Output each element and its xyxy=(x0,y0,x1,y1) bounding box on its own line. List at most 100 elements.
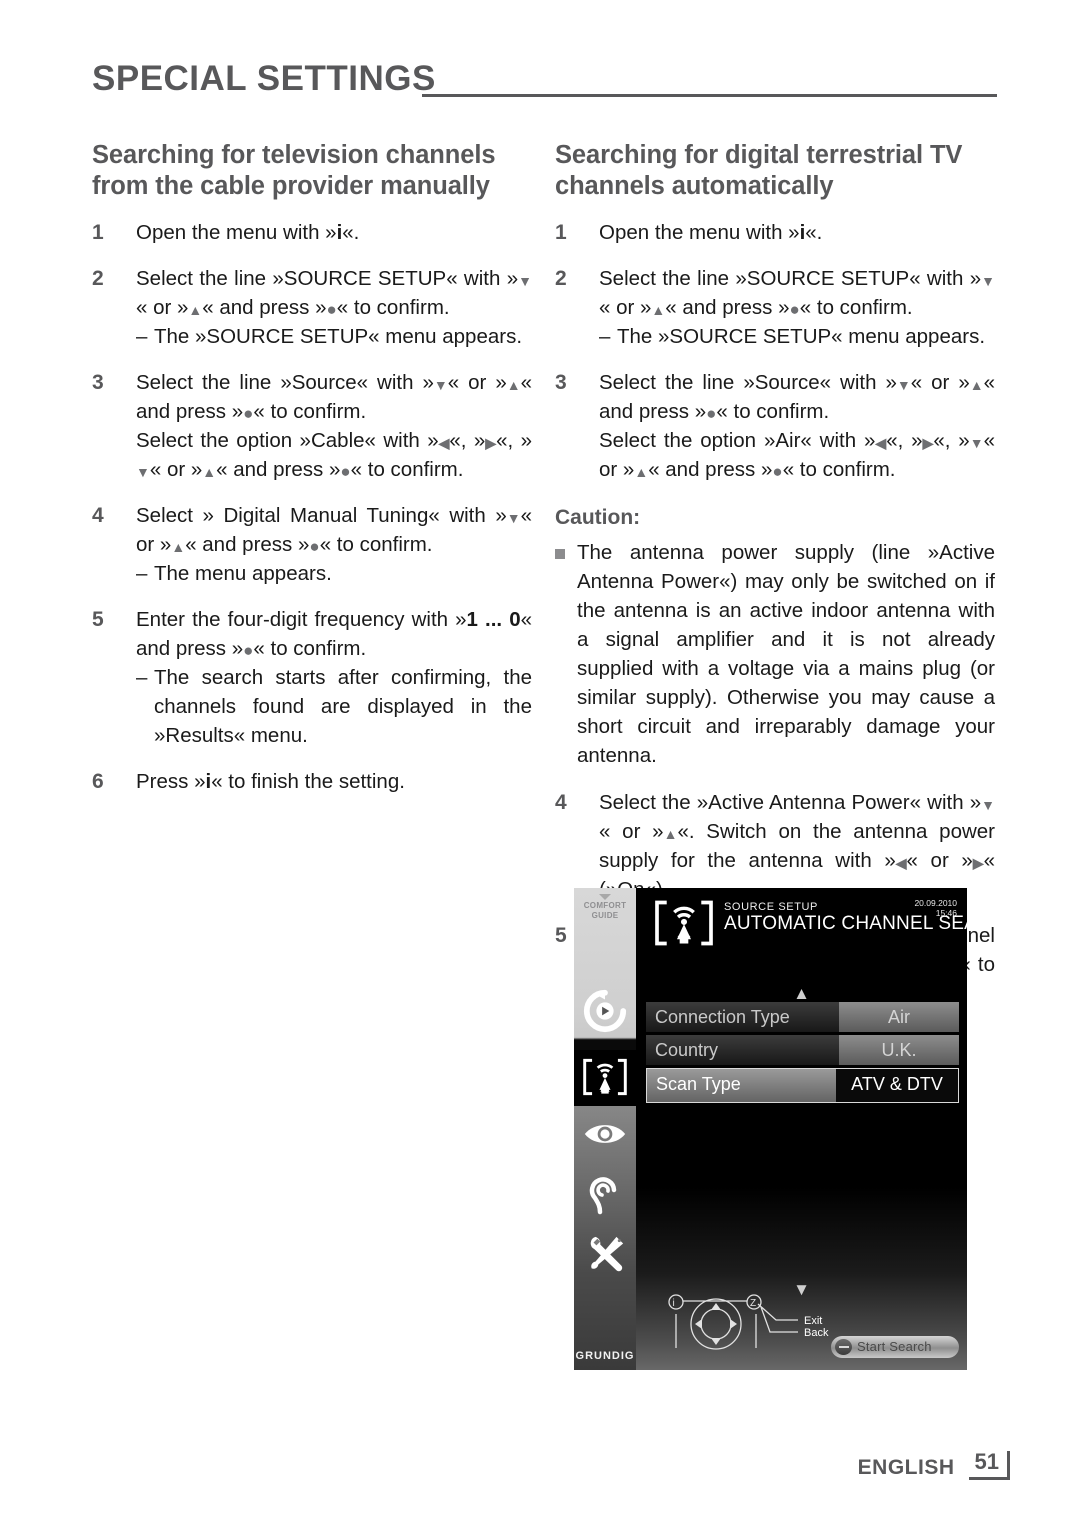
key-ok-icon xyxy=(243,404,253,423)
step-number: 3 xyxy=(92,371,104,394)
sidebar-item-settings[interactable] xyxy=(574,1233,636,1280)
key-down-icon xyxy=(981,795,995,814)
caution-bullet-item: The antenna power supply (line »Active A… xyxy=(555,538,995,770)
menu-row-label: Country xyxy=(646,1035,839,1065)
key-up-icon xyxy=(651,300,665,319)
step-item: 3 Select the line »Source« with »« or »«… xyxy=(92,368,532,484)
step-number: 1 xyxy=(555,221,567,244)
step-number: 6 xyxy=(92,770,104,793)
key-numeric-range: 1 ... 0 xyxy=(466,608,521,631)
start-search-label: Start Search xyxy=(857,1339,932,1354)
page-footer: ENGLISH 51 xyxy=(858,1451,1010,1480)
key-ok-icon xyxy=(243,641,253,660)
step-line: Open the menu with »i«. xyxy=(599,221,823,244)
sidebar-item-picture[interactable] xyxy=(574,1121,636,1152)
key-right-icon xyxy=(485,433,496,452)
step-item: 1 Open the menu with »i«. xyxy=(555,218,995,247)
key-left-icon xyxy=(896,853,907,872)
menu-row-label: Scan Type xyxy=(647,1069,836,1102)
dash-marker: – xyxy=(136,325,148,348)
key-info-icon: i xyxy=(205,770,212,793)
step-line: Select » Digital Manual Tuning« with »« … xyxy=(136,501,532,559)
key-up-icon xyxy=(188,300,202,319)
sidebar-item-source[interactable] xyxy=(574,1050,636,1106)
sidebar-item-sound[interactable] xyxy=(574,1176,636,1221)
step-item: 4 Select » Digital Manual Tuning« with »… xyxy=(92,501,532,588)
step-item: 2 Select the line »SOURCE SETUP« with »«… xyxy=(92,264,532,351)
step-line: Select the line »SOURCE SETUP« with »« o… xyxy=(136,264,532,322)
menu-row-value: Air xyxy=(839,1002,959,1032)
menu-row-scan-type[interactable]: Scan Type ATV & DTV xyxy=(646,1068,959,1103)
caution-heading: Caution: xyxy=(555,506,641,529)
step-line: Open the menu with »i«. xyxy=(136,221,360,244)
key-up-icon xyxy=(171,537,185,556)
step-line: Enter the four-digit frequency with »1 .… xyxy=(136,605,532,663)
step-line: Select the »Active Antenna Power« with »… xyxy=(599,788,995,904)
step-item: 4 Select the »Active Antenna Power« with… xyxy=(555,788,995,904)
step-item: 3 Select the line »Source« with »« or »«… xyxy=(555,368,995,484)
key-down-icon xyxy=(897,375,911,394)
step-line: Press »i« to finish the setting. xyxy=(136,770,405,793)
key-ok-icon xyxy=(772,462,782,481)
key-up-icon xyxy=(634,462,648,481)
start-search-button[interactable]: Start Search xyxy=(831,1336,959,1358)
left-section-heading: Searching for television channels from t… xyxy=(92,141,496,200)
step-number: 4 xyxy=(555,791,567,814)
menu-row-connection-type[interactable]: Connection Type Air xyxy=(646,1002,959,1032)
tv-menu-screenshot: COMFORT GUIDE GRUNDIG SOURCE SETUP AUTOM… xyxy=(574,888,967,1370)
step-number: 1 xyxy=(92,221,104,244)
key-down-icon xyxy=(136,462,150,481)
step-item: 1 Open the menu with »i«. xyxy=(92,218,532,247)
left-column: Searching for television channels from t… xyxy=(92,140,532,813)
step-item: 6 Press »i« to finish the setting. xyxy=(92,767,532,796)
step-item: 2 Select the line »SOURCE SETUP« with »«… xyxy=(555,264,995,351)
step-number: 5 xyxy=(92,608,104,631)
legend-back-label: Back xyxy=(804,1327,829,1339)
bullet-square-icon xyxy=(555,549,565,559)
menu-row-value: ATV & DTV xyxy=(836,1069,958,1102)
key-down-icon xyxy=(434,375,448,394)
source-antenna-header-icon xyxy=(655,900,713,946)
ear-icon xyxy=(589,1177,617,1215)
tv-datetime: 20.09.2010 15:46 xyxy=(914,898,957,918)
step-line: Select the line »Source« with »« or »« a… xyxy=(136,368,532,426)
step-number: 2 xyxy=(555,267,567,290)
tv-menu-path: SOURCE SETUP xyxy=(724,901,818,913)
dash-marker: – xyxy=(136,666,148,689)
scroll-up-chevron-icon[interactable]: ▲ xyxy=(636,984,967,1004)
tv-menu-header: SOURCE SETUP AUTOMATIC CHANNEL SEARCH 20… xyxy=(646,894,967,950)
triangle-down-icon xyxy=(599,894,611,900)
comfort-guide-label: COMFORT GUIDE xyxy=(574,894,636,920)
step-note: – The »SOURCE SETUP« menu appears. xyxy=(136,322,532,351)
key-left-icon xyxy=(875,433,886,452)
tv-main-panel: SOURCE SETUP AUTOMATIC CHANNEL SEARCH 20… xyxy=(636,888,967,1370)
key-ok-icon xyxy=(706,404,716,423)
key-up-icon xyxy=(664,824,678,843)
step-line: Select the line »SOURCE SETUP« with »« o… xyxy=(599,264,995,322)
key-up-icon xyxy=(507,375,521,394)
step-number: 2 xyxy=(92,267,104,290)
sidebar-item-media[interactable] xyxy=(574,988,636,1039)
svg-text:i: i xyxy=(673,1298,675,1309)
dash-marker: – xyxy=(136,562,148,585)
key-left-icon xyxy=(439,433,450,452)
manual-page: SPECIAL SETTINGS Searching for televisio… xyxy=(0,0,1080,1532)
right-section-heading: Searching for digital terrestrial TV cha… xyxy=(555,141,963,200)
step-note: – The search starts after confirming, the… xyxy=(136,663,532,750)
step-number: 3 xyxy=(555,371,567,394)
media-play-icon xyxy=(583,989,627,1033)
eye-icon xyxy=(584,1125,626,1143)
page-header: SPECIAL SETTINGS xyxy=(92,58,997,106)
dash-marker: – xyxy=(599,325,611,348)
header-rule xyxy=(422,94,997,97)
key-down-icon xyxy=(970,433,984,452)
key-right-icon xyxy=(923,433,934,452)
tv-sidebar: COMFORT GUIDE GRUNDIG xyxy=(574,888,636,1370)
red-button-icon xyxy=(835,1339,852,1355)
step-item: 5 Enter the four-digit frequency with »1… xyxy=(92,605,532,750)
key-ok-icon xyxy=(309,537,319,556)
key-right-icon xyxy=(973,853,984,872)
menu-row-country[interactable]: Country U.K. xyxy=(646,1035,959,1065)
source-antenna-icon xyxy=(583,1058,627,1096)
menu-row-value: U.K. xyxy=(839,1035,959,1065)
